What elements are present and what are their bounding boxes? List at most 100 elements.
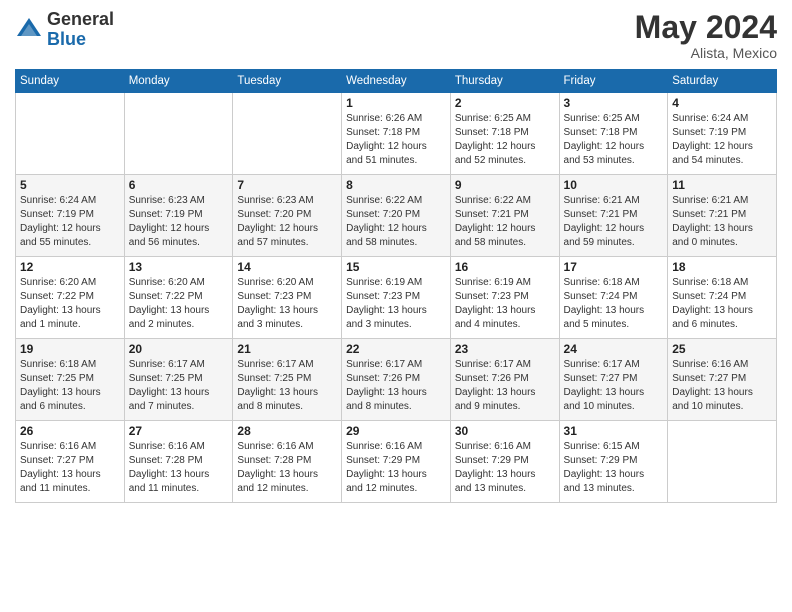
calendar-cell: 31 Sunrise: 6:15 AMSunset: 7:29 PMDayligh… bbox=[559, 421, 668, 503]
day-number: 8 bbox=[346, 178, 446, 192]
day-number: 21 bbox=[237, 342, 337, 356]
calendar-week-1: 5Sunrise: 6:24 AMSunset: 7:19 PMDaylight… bbox=[16, 175, 777, 257]
day-info: Sunrise: 6:17 AMSunset: 7:26 PMDaylight:… bbox=[346, 358, 446, 414]
day-info: Sunrise: 6:17 AMSunset: 7:27 PMDaylight:… bbox=[564, 358, 664, 414]
calendar-cell: 14Sunrise: 6:20 AMSunset: 7:23 PMDayligh… bbox=[233, 257, 342, 339]
calendar-cell: 28 Sunrise: 6:16 AMSunset: 7:28 PMDayligh… bbox=[233, 421, 342, 503]
calendar-cell: 1 Sunrise: 6:26 AMSunset: 7:18 PMDaylight… bbox=[342, 93, 451, 175]
logo-general: General bbox=[47, 10, 114, 30]
day-info: Sunrise: 6:22 AMSunset: 7:20 PMDaylight:… bbox=[346, 194, 446, 250]
day-info: Sunrise: 6:15 AMSunset: 7:29 PMDaylight:… bbox=[564, 440, 664, 496]
day-number: 29 bbox=[346, 424, 446, 438]
col-wednesday: Wednesday bbox=[342, 70, 451, 93]
day-info: Sunrise: 6:23 AMSunset: 7:20 PMDaylight:… bbox=[237, 194, 337, 250]
day-info: Sunrise: 6:22 AMSunset: 7:21 PMDaylight:… bbox=[455, 194, 555, 250]
calendar-cell: 22 Sunrise: 6:17 AMSunset: 7:26 PMDayligh… bbox=[342, 339, 451, 421]
calendar-cell: 25 Sunrise: 6:16 AMSunset: 7:27 PMDayligh… bbox=[668, 339, 777, 421]
day-number: 6 bbox=[129, 178, 229, 192]
day-number: 11 bbox=[672, 178, 772, 192]
calendar-header-row: Sunday Monday Tuesday Wednesday Thursday… bbox=[16, 70, 777, 93]
day-info: Sunrise: 6:17 AMSunset: 7:25 PMDaylight:… bbox=[237, 358, 337, 414]
calendar-cell bbox=[668, 421, 777, 503]
day-number: 15 bbox=[346, 260, 446, 274]
title-section: May 2024 Alista, Mexico bbox=[635, 10, 777, 61]
calendar-cell: 18 Sunrise: 6:18 AMSunset: 7:24 PMDayligh… bbox=[668, 257, 777, 339]
day-info: Sunrise: 6:18 AMSunset: 7:25 PMDaylight:… bbox=[20, 358, 120, 414]
day-number: 13 bbox=[129, 260, 229, 274]
day-info: Sunrise: 6:25 AMSunset: 7:18 PMDaylight:… bbox=[564, 112, 664, 168]
calendar-table: Sunday Monday Tuesday Wednesday Thursday… bbox=[15, 69, 777, 503]
calendar-cell: 8 Sunrise: 6:22 AMSunset: 7:20 PMDaylight… bbox=[342, 175, 451, 257]
day-number: 17 bbox=[564, 260, 664, 274]
logo: General Blue bbox=[15, 10, 114, 50]
col-tuesday: Tuesday bbox=[233, 70, 342, 93]
calendar-cell bbox=[233, 93, 342, 175]
day-number: 18 bbox=[672, 260, 772, 274]
day-number: 1 bbox=[346, 96, 446, 110]
day-info: Sunrise: 6:17 AMSunset: 7:26 PMDaylight:… bbox=[455, 358, 555, 414]
calendar-cell: 4 Sunrise: 6:24 AMSunset: 7:19 PMDaylight… bbox=[668, 93, 777, 175]
day-number: 12 bbox=[20, 260, 120, 274]
day-number: 28 bbox=[237, 424, 337, 438]
header: General Blue May 2024 Alista, Mexico bbox=[15, 10, 777, 61]
calendar-cell: 16 Sunrise: 6:19 AMSunset: 7:23 PMDayligh… bbox=[450, 257, 559, 339]
day-info: Sunrise: 6:16 AMSunset: 7:28 PMDaylight:… bbox=[237, 440, 337, 496]
day-number: 3 bbox=[564, 96, 664, 110]
calendar-week-4: 26 Sunrise: 6:16 AMSunset: 7:27 PMDayligh… bbox=[16, 421, 777, 503]
page: General Blue May 2024 Alista, Mexico Sun… bbox=[0, 0, 792, 612]
col-sunday: Sunday bbox=[16, 70, 125, 93]
calendar-cell: 21 Sunrise: 6:17 AMSunset: 7:25 PMDayligh… bbox=[233, 339, 342, 421]
day-number: 26 bbox=[20, 424, 120, 438]
day-info: Sunrise: 6:20 AMSunset: 7:22 PMDaylight:… bbox=[129, 276, 229, 332]
col-thursday: Thursday bbox=[450, 70, 559, 93]
day-number: 30 bbox=[455, 424, 555, 438]
calendar-cell: 26 Sunrise: 6:16 AMSunset: 7:27 PMDayligh… bbox=[16, 421, 125, 503]
day-info: Sunrise: 6:20 AMSunset: 7:23 PMDaylight:… bbox=[237, 276, 337, 332]
day-info: Sunrise: 6:21 AMSunset: 7:21 PMDaylight:… bbox=[672, 194, 772, 250]
calendar-cell: 3 Sunrise: 6:25 AMSunset: 7:18 PMDaylight… bbox=[559, 93, 668, 175]
day-info: Sunrise: 6:18 AMSunset: 7:24 PMDaylight:… bbox=[672, 276, 772, 332]
calendar-cell: 19Sunrise: 6:18 AMSunset: 7:25 PMDayligh… bbox=[16, 339, 125, 421]
day-number: 24 bbox=[564, 342, 664, 356]
day-info: Sunrise: 6:16 AMSunset: 7:28 PMDaylight:… bbox=[129, 440, 229, 496]
col-friday: Friday bbox=[559, 70, 668, 93]
day-info: Sunrise: 6:25 AMSunset: 7:18 PMDaylight:… bbox=[455, 112, 555, 168]
logo-icon bbox=[15, 16, 43, 44]
day-number: 20 bbox=[129, 342, 229, 356]
calendar-cell bbox=[124, 93, 233, 175]
calendar-cell: 11 Sunrise: 6:21 AMSunset: 7:21 PMDayligh… bbox=[668, 175, 777, 257]
day-info: Sunrise: 6:23 AMSunset: 7:19 PMDaylight:… bbox=[129, 194, 229, 250]
day-info: Sunrise: 6:18 AMSunset: 7:24 PMDaylight:… bbox=[564, 276, 664, 332]
day-number: 2 bbox=[455, 96, 555, 110]
day-number: 22 bbox=[346, 342, 446, 356]
calendar-cell: 12Sunrise: 6:20 AMSunset: 7:22 PMDayligh… bbox=[16, 257, 125, 339]
day-info: Sunrise: 6:16 AMSunset: 7:27 PMDaylight:… bbox=[20, 440, 120, 496]
day-number: 25 bbox=[672, 342, 772, 356]
calendar-cell: 5Sunrise: 6:24 AMSunset: 7:19 PMDaylight… bbox=[16, 175, 125, 257]
calendar-cell: 15 Sunrise: 6:19 AMSunset: 7:23 PMDayligh… bbox=[342, 257, 451, 339]
calendar-cell: 10 Sunrise: 6:21 AMSunset: 7:21 PMDayligh… bbox=[559, 175, 668, 257]
day-number: 4 bbox=[672, 96, 772, 110]
calendar-cell: 30Sunrise: 6:16 AMSunset: 7:29 PMDayligh… bbox=[450, 421, 559, 503]
day-info: Sunrise: 6:26 AMSunset: 7:18 PMDaylight:… bbox=[346, 112, 446, 168]
calendar-cell: 7Sunrise: 6:23 AMSunset: 7:20 PMDaylight… bbox=[233, 175, 342, 257]
calendar-week-2: 12 Sunrise: 6:20 AMSunset: 7:22 PMDayligh… bbox=[16, 257, 777, 339]
month-title: May 2024 bbox=[635, 10, 777, 45]
day-number: 27 bbox=[129, 424, 229, 438]
day-number: 16 bbox=[455, 260, 555, 274]
calendar-week-0: 1 Sunrise: 6:26 AMSunset: 7:18 PMDaylight… bbox=[16, 93, 777, 175]
day-number: 31 bbox=[564, 424, 664, 438]
day-number: 5 bbox=[20, 178, 120, 192]
calendar-cell: 29Sunrise: 6:16 AMSunset: 7:29 PMDayligh… bbox=[342, 421, 451, 503]
day-info: Sunrise: 6:21 AMSunset: 7:21 PMDaylight:… bbox=[564, 194, 664, 250]
day-info: Sunrise: 6:16 AMSunset: 7:27 PMDaylight:… bbox=[672, 358, 772, 414]
day-info: Sunrise: 6:19 AMSunset: 7:23 PMDaylight:… bbox=[455, 276, 555, 332]
day-info: Sunrise: 6:19 AMSunset: 7:23 PMDaylight:… bbox=[346, 276, 446, 332]
col-monday: Monday bbox=[124, 70, 233, 93]
col-saturday: Saturday bbox=[668, 70, 777, 93]
day-number: 10 bbox=[564, 178, 664, 192]
calendar-cell: 13 Sunrise: 6:20 AMSunset: 7:22 PMDayligh… bbox=[124, 257, 233, 339]
day-info: Sunrise: 6:24 AMSunset: 7:19 PMDaylight:… bbox=[672, 112, 772, 168]
calendar-cell: 24 Sunrise: 6:17 AMSunset: 7:27 PMDayligh… bbox=[559, 339, 668, 421]
calendar-cell bbox=[16, 93, 125, 175]
